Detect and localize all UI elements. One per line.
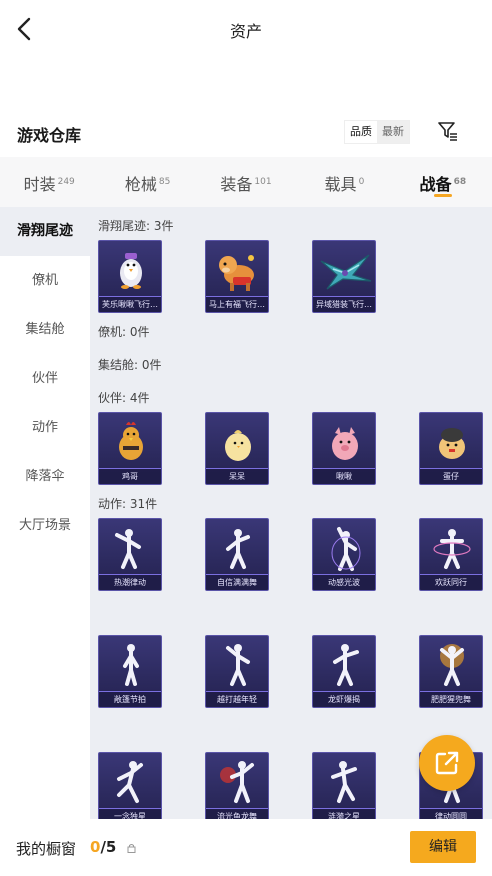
dancer-icon bbox=[115, 529, 141, 569]
filter-icon[interactable] bbox=[437, 120, 459, 142]
item-name: 律动圆圆 bbox=[420, 808, 482, 819]
item-card[interactable]: 流光鱼龙舞 bbox=[205, 752, 269, 819]
item-name: 涟漪之星 bbox=[313, 808, 375, 819]
share-button[interactable] bbox=[419, 735, 475, 791]
item-card[interactable]: 动感光波 bbox=[312, 518, 376, 591]
dancer-icon bbox=[226, 529, 250, 569]
tab-fashion[interactable]: 时装 249 bbox=[0, 157, 98, 207]
sort-newest-button[interactable]: 最新 bbox=[377, 121, 409, 143]
item-card[interactable]: 异域猎装飞行… bbox=[312, 240, 376, 313]
tab-combat-prep[interactable]: 战备 68 bbox=[394, 157, 492, 207]
item-card[interactable]: 欢跃同行 bbox=[419, 518, 483, 591]
item-name: 异域猎装飞行… bbox=[313, 296, 375, 312]
tab-firearms[interactable]: 枪械 85 bbox=[98, 157, 196, 207]
hunter-glider-icon bbox=[320, 254, 372, 290]
item-name: 自信满满舞 bbox=[206, 574, 268, 590]
page-title: 资产 bbox=[229, 22, 262, 41]
group-label-partner: 伙伴: 4件 bbox=[98, 391, 150, 405]
active-tab-indicator bbox=[433, 194, 452, 197]
item-card[interactable]: 马上有福飞行… bbox=[205, 240, 269, 313]
item-card[interactable]: 自信满满舞 bbox=[205, 518, 269, 591]
group-label-emote: 动作: 31件 bbox=[98, 497, 158, 511]
item-card[interactable]: 蛋仔 bbox=[419, 412, 483, 485]
item-name: 动感光波 bbox=[313, 574, 375, 590]
tab-equipment[interactable]: 装备 101 bbox=[197, 157, 295, 207]
tab-vehicles[interactable]: 载具 0 bbox=[295, 157, 393, 207]
item-card[interactable]: 呆呆 bbox=[205, 412, 269, 485]
sort-quality-button[interactable]: 品质 bbox=[345, 121, 377, 143]
item-card[interactable]: 芙乐啾啾飞行… bbox=[98, 240, 162, 313]
item-card[interactable]: 涟漪之星 bbox=[312, 752, 376, 819]
dancer-icon bbox=[433, 529, 471, 569]
item-name: 敞篷节拍 bbox=[99, 691, 161, 707]
item-card[interactable]: 越打越年轻 bbox=[205, 635, 269, 708]
item-list: 滑翔尾迹: 3件 芙乐啾啾飞行… 马上有福飞行… 异域猎装飞行… 僚机: 0件 … bbox=[90, 207, 492, 819]
pink-pig-icon bbox=[332, 427, 358, 460]
warehouse-title: 游戏仓库 bbox=[17, 126, 82, 145]
item-card[interactable]: 啾啾 bbox=[312, 412, 376, 485]
rooster-icon bbox=[119, 422, 143, 460]
dancer-icon bbox=[220, 761, 254, 803]
sort-toggle: 品质 最新 bbox=[344, 120, 410, 144]
edit-button[interactable]: 编辑 bbox=[410, 831, 476, 863]
dancer-icon bbox=[331, 761, 357, 803]
item-name: 欢跃同行 bbox=[420, 574, 482, 590]
item-card[interactable]: 肥肥猩兜舞 bbox=[419, 635, 483, 708]
sidebar-item-emote[interactable]: 动作 bbox=[0, 403, 90, 452]
sidebar-item-parachute[interactable]: 降落伞 bbox=[0, 452, 90, 501]
item-card[interactable]: 一念独星 bbox=[98, 752, 162, 819]
showcase-bar: 我的橱窗 0/5 编辑 bbox=[0, 819, 492, 876]
item-name: 越打越年轻 bbox=[206, 691, 268, 707]
external-link-icon bbox=[435, 751, 459, 775]
group-label-wingman: 僚机: 0件 bbox=[98, 325, 150, 339]
dancer-icon bbox=[440, 644, 464, 686]
item-name: 一念独星 bbox=[99, 808, 161, 819]
warehouse-header: 游戏仓库 bbox=[0, 112, 492, 156]
sidebar-item-lobby-scene[interactable]: 大厅场景 bbox=[0, 501, 90, 550]
item-card[interactable]: 热潮律动 bbox=[98, 518, 162, 591]
item-name: 流光鱼龙舞 bbox=[206, 808, 268, 819]
item-name: 鸡哥 bbox=[99, 468, 161, 484]
dancer-icon bbox=[331, 527, 361, 571]
egg-boy-icon bbox=[439, 428, 465, 459]
item-name: 芙乐啾啾飞行… bbox=[99, 296, 161, 312]
sidebar-item-rally-pod[interactable]: 集结舱 bbox=[0, 305, 90, 354]
group-label-rally: 集结舱: 0件 bbox=[98, 358, 162, 372]
item-name: 马上有福飞行… bbox=[206, 296, 268, 312]
penguin-icon bbox=[120, 253, 142, 289]
chick-icon bbox=[225, 430, 251, 461]
sidebar-item-glide-trail[interactable]: 滑翔尾迹 bbox=[0, 207, 90, 256]
item-card[interactable]: 敞篷节拍 bbox=[98, 635, 162, 708]
sidebar: 滑翔尾迹 僚机 集结舱 伙伴 动作 降落伞 大厅场景 bbox=[0, 207, 90, 819]
sidebar-item-partner[interactable]: 伙伴 bbox=[0, 354, 90, 403]
item-name: 龙虾爆揭 bbox=[313, 691, 375, 707]
item-name: 呆呆 bbox=[206, 468, 268, 484]
horse-icon bbox=[219, 255, 254, 291]
group-label-glide: 滑翔尾迹: 3件 bbox=[98, 219, 174, 233]
top-bar: 资产 bbox=[0, 0, 492, 58]
sidebar-item-wingman[interactable]: 僚机 bbox=[0, 256, 90, 305]
item-name: 啾啾 bbox=[313, 468, 375, 484]
item-name: 蛋仔 bbox=[420, 468, 482, 484]
item-name: 热潮律动 bbox=[99, 574, 161, 590]
item-name: 肥肥猩兜舞 bbox=[420, 691, 482, 707]
showcase-count: 0/5 bbox=[90, 838, 117, 856]
showcase-label: 我的橱窗 bbox=[16, 840, 77, 858]
dancer-icon bbox=[123, 644, 139, 686]
dancer-icon bbox=[117, 761, 143, 803]
dancer-icon bbox=[226, 644, 250, 686]
dancer-icon bbox=[333, 644, 359, 686]
item-card[interactable]: 龙虾爆揭 bbox=[312, 635, 376, 708]
lock-icon bbox=[127, 844, 136, 853]
item-card[interactable]: 鸡哥 bbox=[98, 412, 162, 485]
category-tabs: 时装 249 枪械 85 装备 101 载具 0 战备 68 bbox=[0, 157, 492, 207]
